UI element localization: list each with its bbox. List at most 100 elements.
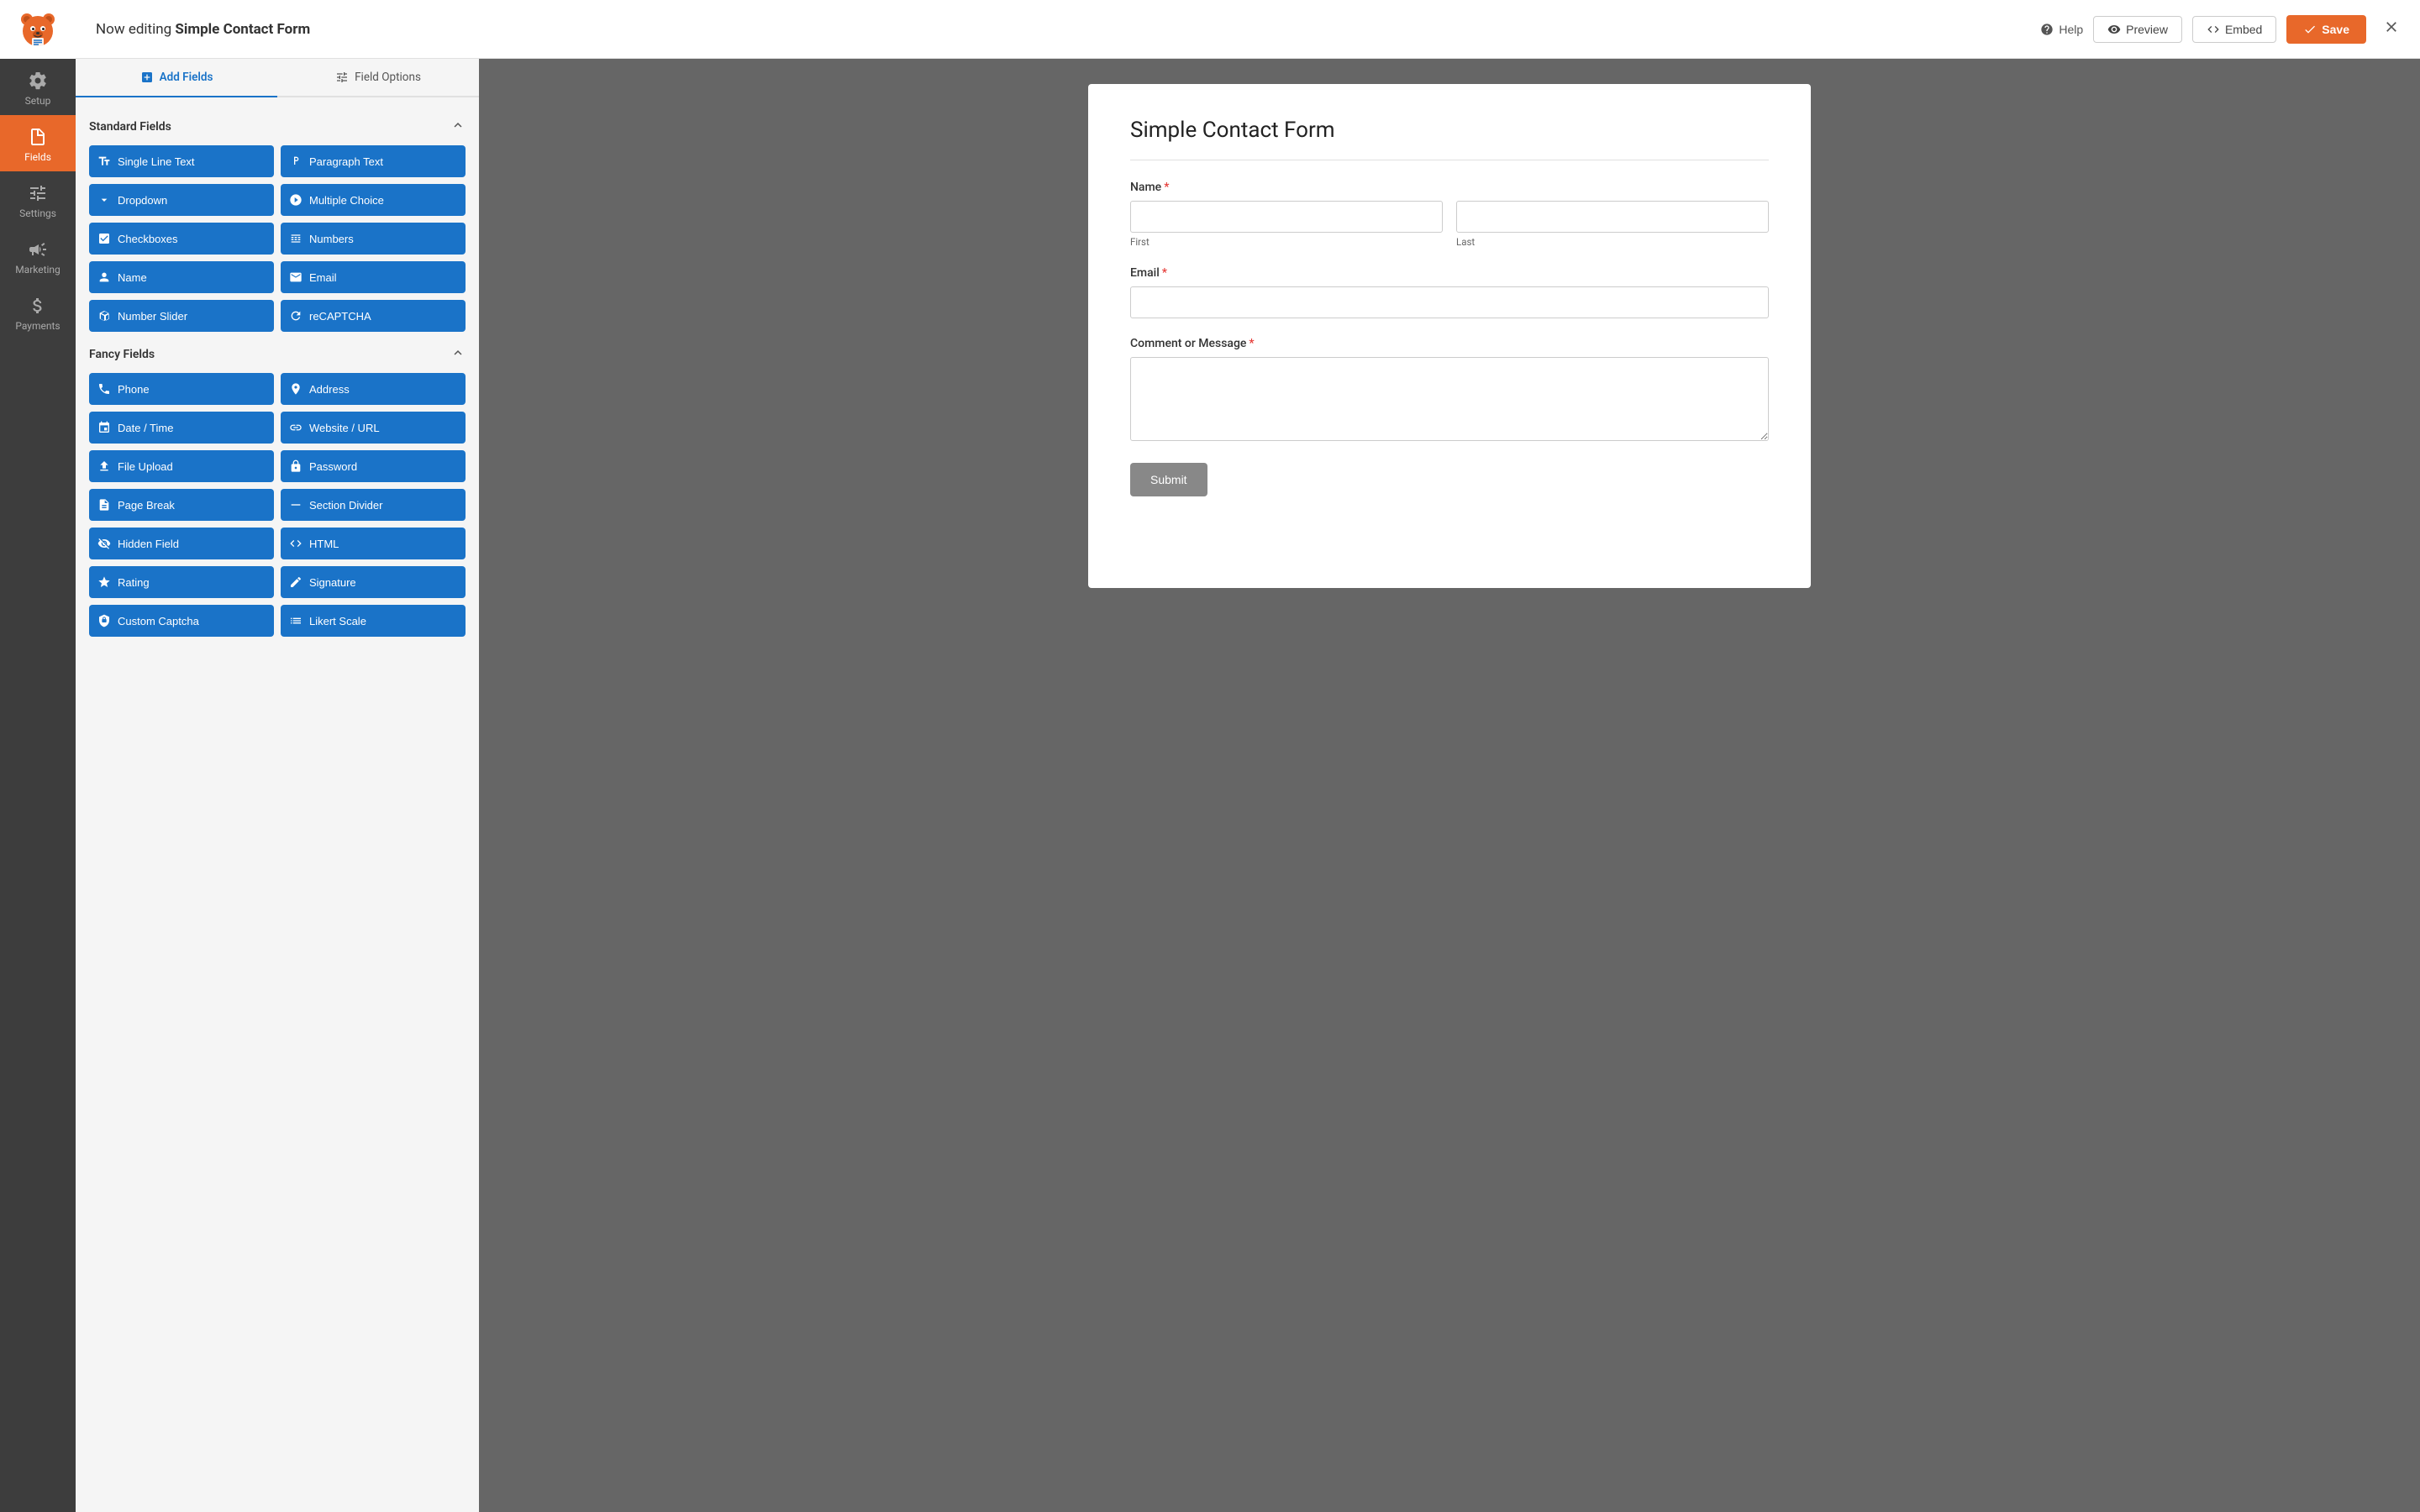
field-label-website-url: Website / URL [309, 422, 380, 434]
field-btn-single-line-text[interactable]: Single Line Text [89, 145, 274, 177]
left-panel: Add Fields Field Options Standard Fields [76, 59, 479, 1512]
fancy-fields-title: Fancy Fields [89, 348, 155, 361]
help-icon [2040, 23, 2054, 36]
sidebar-item-setup[interactable]: Setup [0, 59, 76, 115]
field-btn-email[interactable]: Email [281, 261, 466, 293]
field-label-name: Name [118, 271, 147, 284]
main-area: Now editing Simple Contact Form Help Pre… [76, 0, 2420, 1512]
comment-textarea[interactable] [1130, 357, 1769, 441]
field-btn-html[interactable]: HTML [281, 528, 466, 559]
form-field-name: Name* First Last [1130, 181, 1769, 248]
field-btn-section-divider[interactable]: Section Divider [281, 489, 466, 521]
paragraph-icon [289, 155, 302, 168]
help-button[interactable]: Help [2040, 23, 2083, 36]
name-last-label: Last [1456, 236, 1769, 248]
standard-fields-header: Standard Fields [89, 118, 466, 135]
address-icon [289, 382, 302, 396]
field-btn-dropdown[interactable]: Dropdown [89, 184, 274, 216]
sidebar-item-settings[interactable]: Settings [0, 171, 76, 228]
save-icon [2303, 23, 2317, 36]
field-label-recaptcha: reCAPTCHA [309, 310, 371, 323]
field-btn-page-break[interactable]: Page Break [89, 489, 274, 521]
embed-button[interactable]: Embed [2192, 16, 2276, 43]
field-btn-address[interactable]: Address [281, 373, 466, 405]
sidebar-item-payments[interactable]: Payments [0, 284, 76, 340]
content-area: Add Fields Field Options Standard Fields [76, 59, 2420, 1512]
captcha-icon [97, 614, 111, 627]
logo-icon [18, 9, 58, 50]
fields-icon [28, 127, 48, 147]
field-btn-file-upload[interactable]: File Upload [89, 450, 274, 482]
name-first-label: First [1130, 236, 1443, 248]
app-logo [0, 0, 76, 59]
name-last-col: Last [1456, 201, 1769, 248]
preview-button[interactable]: Preview [2093, 16, 2182, 43]
field-label-section-divider: Section Divider [309, 499, 382, 512]
email-input[interactable] [1130, 286, 1769, 318]
title-prefix: Now editing [96, 21, 175, 38]
field-btn-paragraph-text[interactable]: Paragraph Text [281, 145, 466, 177]
field-label-numbers: Numbers [309, 233, 354, 245]
divider-icon [289, 498, 302, 512]
field-label-checkboxes: Checkboxes [118, 233, 178, 245]
form-preview-panel: Simple Contact Form Name* First Last [479, 59, 2420, 1512]
field-btn-number-slider[interactable]: Number Slider [89, 300, 274, 332]
name-first-col: First [1130, 201, 1443, 248]
close-button[interactable] [2383, 18, 2400, 40]
sidebar-label-payments: Payments [15, 320, 60, 332]
field-btn-signature[interactable]: Signature [281, 566, 466, 598]
name-last-input[interactable] [1456, 201, 1769, 233]
name-first-input[interactable] [1130, 201, 1443, 233]
field-btn-name[interactable]: Name [89, 261, 274, 293]
html-icon [289, 537, 302, 550]
field-label-multiple-choice: Multiple Choice [309, 194, 384, 207]
field-btn-website-url[interactable]: Website / URL [281, 412, 466, 444]
standard-fields-toggle[interactable] [450, 118, 466, 135]
field-label-page-break: Page Break [118, 499, 175, 512]
field-btn-numbers[interactable]: Numbers [281, 223, 466, 255]
sidebar-item-fields[interactable]: Fields [0, 115, 76, 171]
add-fields-tab-label: Add Fields [160, 71, 213, 84]
field-options-tab-label: Field Options [355, 71, 421, 84]
sidebar: Setup Fields Settings Marketing Payments [0, 0, 76, 1512]
field-label-signature: Signature [309, 576, 356, 589]
field-label-file-upload: File Upload [118, 460, 173, 473]
tab-field-options[interactable]: Field Options [277, 59, 479, 97]
standard-fields-title: Standard Fields [89, 120, 171, 134]
name-label: Name* [1130, 181, 1769, 194]
field-btn-likert-scale[interactable]: Likert Scale [281, 605, 466, 637]
url-icon [289, 421, 302, 434]
hidden-icon [97, 537, 111, 550]
text-icon [97, 155, 111, 168]
tab-add-fields[interactable]: Add Fields [76, 59, 277, 97]
field-btn-custom-captcha[interactable]: Custom Captcha [89, 605, 274, 637]
field-label-number-slider: Number Slider [118, 310, 187, 323]
save-button[interactable]: Save [2286, 15, 2366, 44]
field-btn-recaptcha[interactable]: reCAPTCHA [281, 300, 466, 332]
field-btn-hidden-field[interactable]: Hidden Field [89, 528, 274, 559]
fancy-fields-toggle[interactable] [450, 345, 466, 363]
numbers-icon [289, 232, 302, 245]
slider-icon [97, 309, 111, 323]
phone-icon [97, 382, 111, 396]
sidebar-label-settings: Settings [19, 207, 56, 219]
preview-label: Preview [2126, 23, 2168, 36]
field-btn-checkboxes[interactable]: Checkboxes [89, 223, 274, 255]
field-btn-phone[interactable]: Phone [89, 373, 274, 405]
panel-tabs: Add Fields Field Options [76, 59, 479, 97]
field-btn-date-time[interactable]: Date / Time [89, 412, 274, 444]
topbar: Now editing Simple Contact Form Help Pre… [76, 0, 2420, 59]
field-label-paragraph-text: Paragraph Text [309, 155, 383, 168]
form-submit-button[interactable]: Submit [1130, 463, 1207, 496]
field-label-password: Password [309, 460, 357, 473]
sidebar-item-marketing[interactable]: Marketing [0, 228, 76, 284]
field-btn-password[interactable]: Password [281, 450, 466, 482]
chevron-up-icon-2 [450, 345, 466, 360]
field-options-tab-icon [335, 71, 349, 84]
dollar-icon [28, 296, 48, 316]
dropdown-icon [97, 193, 111, 207]
field-btn-rating[interactable]: Rating [89, 566, 274, 598]
field-label-date-time: Date / Time [118, 422, 173, 434]
field-label-email: Email [309, 271, 337, 284]
field-btn-multiple-choice[interactable]: Multiple Choice [281, 184, 466, 216]
